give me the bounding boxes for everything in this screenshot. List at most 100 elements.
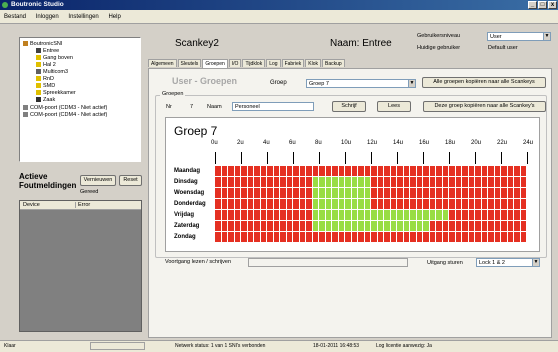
section-title: User - Groepen: [172, 76, 238, 86]
day-label: Zondag: [174, 234, 196, 240]
tree-item-root[interactable]: BoutronicSNI: [23, 41, 62, 48]
port-icon: [23, 105, 28, 111]
hour-tick: [501, 152, 502, 164]
copy-group-button[interactable]: Deze groep kopiëren naar alle Scankey's: [423, 101, 546, 112]
hour-label: 6u: [289, 140, 296, 146]
app-logo-icon: [2, 2, 8, 8]
menu-bestand[interactable]: Bestand: [0, 10, 30, 24]
maximize-button[interactable]: □: [538, 1, 547, 9]
status-left: Klaar: [4, 343, 16, 349]
read-button[interactable]: Lees: [377, 101, 411, 112]
hour-tick: [215, 152, 216, 164]
hour-tick: [241, 152, 242, 164]
tab-klok[interactable]: Klok: [305, 59, 321, 67]
close-button[interactable]: x: [548, 1, 557, 9]
tree-item-com3[interactable]: COM-poort (CDM3 - Niet actief): [23, 105, 107, 112]
hour-tick: [319, 152, 320, 164]
schedule-cell[interactable]: [520, 221, 527, 232]
key-icon: [36, 55, 41, 61]
hour-label: 18u: [445, 140, 456, 146]
minimize-button[interactable]: _: [528, 1, 537, 9]
user-level-label: Gebruikersniveau: [417, 33, 461, 39]
chevron-down-icon: ▼: [543, 33, 550, 40]
title-bar: Boutronic Studio _ □ x: [0, 0, 558, 10]
port-icon: [23, 112, 28, 118]
menu-inloggen[interactable]: Inloggen: [32, 10, 63, 24]
device-tree[interactable]: BoutronicSNI Entree Gang boven Hal 2 Mul…: [19, 37, 141, 162]
tab-io[interactable]: I/O: [228, 59, 242, 67]
column-device[interactable]: Device: [23, 202, 40, 208]
hour-tick: [423, 152, 424, 164]
device-name-title: Naam: Entree: [330, 38, 392, 49]
hour-label: 0u: [211, 140, 218, 146]
schedule-cell[interactable]: [520, 177, 527, 188]
schedule-grid[interactable]: Groep 7 0u 2u 4u 6u 8u 10u 12u 14u 16u 18u 20u 22u 2…: [165, 117, 540, 252]
tree-item-gang-boven[interactable]: Gang boven: [36, 55, 73, 62]
hour-tick: [397, 152, 398, 164]
group-select[interactable]: Groep 7 ▼: [306, 79, 416, 88]
output-label: Uitgang sturen: [427, 260, 463, 266]
tab-log[interactable]: Log: [266, 59, 281, 67]
tree-item-rnd[interactable]: RnD: [36, 76, 54, 83]
tree-item-spreekkamer[interactable]: Spreekkamer: [36, 90, 76, 97]
progress-bar: [248, 258, 408, 267]
alerts-title: Actieve Foutmeldingen: [19, 172, 77, 190]
schedule-cell[interactable]: [520, 166, 527, 177]
tab-backup[interactable]: Backup: [321, 59, 345, 67]
hour-label: 16u: [419, 140, 430, 146]
day-label: Donderdag: [174, 201, 206, 207]
tab-algemeen[interactable]: Algemeen: [148, 59, 177, 67]
tree-item-zaak[interactable]: Zaak: [36, 97, 55, 104]
hour-label: 22u: [497, 140, 508, 146]
schedule-cell[interactable]: [520, 188, 527, 199]
tab-sleutels[interactable]: Sleutels: [177, 59, 202, 67]
schedule-cell[interactable]: [520, 232, 527, 243]
tab-fabriek[interactable]: Fabriek: [281, 59, 305, 67]
alerts-status: Gereed: [80, 189, 99, 195]
tab-groepen[interactable]: Groepen: [202, 59, 228, 68]
column-error[interactable]: Error: [75, 202, 90, 208]
app-title: Boutronic Studio: [11, 1, 64, 8]
datetime: 18-01-2011 16:48:53: [313, 343, 360, 349]
hour-label: 8u: [315, 140, 322, 146]
reset-button[interactable]: Reset: [119, 175, 142, 186]
group-label: Groep: [270, 80, 287, 86]
hour-tick: [449, 152, 450, 164]
chevron-down-icon: ▼: [408, 80, 415, 87]
name-label: Naam: [207, 104, 222, 110]
status-progress: [90, 342, 145, 350]
key-icon: [36, 76, 41, 82]
hour-label: 24u: [523, 140, 534, 146]
hour-label: 4u: [263, 140, 270, 146]
copy-all-groups-button[interactable]: Alle groepen kopiëren naar alle Scankeys: [422, 77, 546, 88]
schedule-title: Groep 7: [174, 124, 218, 138]
group-name-input[interactable]: [232, 102, 314, 111]
hour-tick: [371, 152, 372, 164]
schedule-cell[interactable]: [520, 199, 527, 210]
output-select[interactable]: Lock 1 & 2 ▼: [476, 258, 540, 267]
schedule-cell[interactable]: [520, 210, 527, 221]
write-button[interactable]: Schrijf: [332, 101, 366, 112]
menu-help[interactable]: Help: [104, 10, 124, 24]
nr-label: Nr: [166, 104, 172, 110]
tree-item-multicom3[interactable]: Multicom3: [36, 69, 68, 76]
groups-legend: Groepen: [160, 91, 186, 97]
refresh-button[interactable]: Vernieuwen: [80, 175, 116, 186]
day-label: Vrijdag: [174, 212, 195, 218]
hour-label: 10u: [341, 140, 352, 146]
lock-icon: [36, 97, 41, 103]
tree-item-entree[interactable]: Entree: [36, 48, 59, 55]
tree-item-hal-2[interactable]: Hal 2: [36, 62, 56, 69]
alerts-table[interactable]: Device Error: [19, 200, 142, 332]
tree-item-smd[interactable]: SMD: [36, 83, 55, 90]
hour-label: 2u: [237, 140, 244, 146]
tab-tijdklok[interactable]: Tijdklok: [242, 59, 266, 67]
current-user-label: Huidige gebruiker: [417, 45, 461, 51]
menu-instellingen[interactable]: Instellingen: [64, 10, 102, 24]
hour-label: 12u: [367, 140, 378, 146]
tree-item-com4[interactable]: COM-poort (CDM4 - Niet actief): [23, 112, 107, 119]
day-label: Dinsdag: [174, 179, 198, 185]
license-status: Log licentie aanwezig: Ja: [376, 343, 432, 349]
network-status: Netwerk status: 1 van 1 SNI's verbonden: [175, 343, 266, 349]
user-level-select[interactable]: User ▼: [487, 32, 551, 41]
